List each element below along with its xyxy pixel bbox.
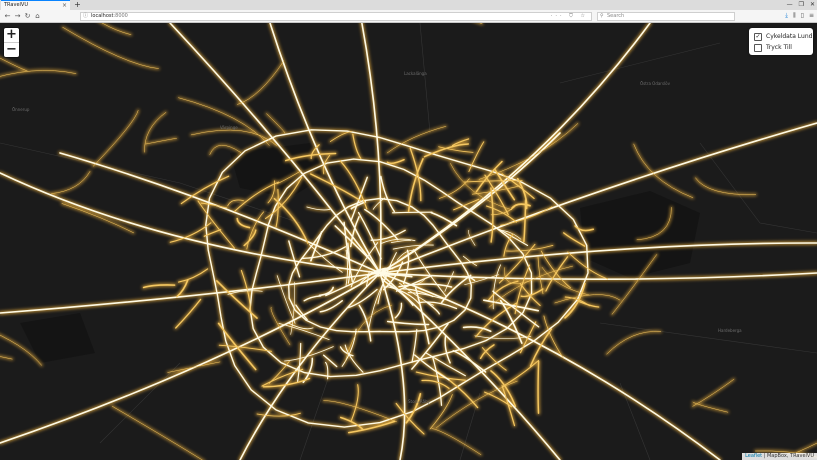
attribution-text: | MapBox, TRavelVU bbox=[762, 453, 814, 459]
route bbox=[392, 211, 433, 214]
search-icon: ⚲ bbox=[600, 13, 604, 19]
new-tab-button[interactable]: + bbox=[73, 0, 82, 10]
search-input[interactable]: ⚲ Search bbox=[597, 12, 735, 21]
place-label: Östra Odarslöv bbox=[640, 81, 670, 86]
toolbar-icons: ⤓ ⫼ ▯ ≡ bbox=[785, 11, 814, 21]
place-label: Hardeberga bbox=[718, 328, 742, 333]
zoom-in-button[interactable]: + bbox=[4, 28, 19, 42]
layer-control: ✓ Cykeldata Lund Tryck Till bbox=[749, 28, 813, 55]
url-actions-icon[interactable]: ··· ⛉ ☆ bbox=[551, 13, 588, 20]
back-icon[interactable]: ← bbox=[3, 11, 12, 21]
checkbox-unchecked-icon[interactable] bbox=[754, 43, 762, 52]
download-icon[interactable]: ⤓ bbox=[785, 11, 788, 21]
search-placeholder: Search bbox=[607, 13, 625, 19]
place-label: Lackalänga bbox=[404, 71, 427, 76]
library-icon[interactable]: ⫼ bbox=[793, 11, 796, 21]
checkbox-checked-icon[interactable]: ✓ bbox=[754, 32, 762, 41]
place-label: Stora Råby bbox=[408, 399, 430, 404]
window-controls: — ❐ ✕ bbox=[787, 0, 815, 10]
home-icon[interactable]: ⌂ bbox=[33, 11, 42, 21]
url-host: localhost bbox=[91, 13, 114, 19]
attribution: Leaflet | MapBox, TRavelVU bbox=[742, 453, 817, 460]
route bbox=[537, 360, 540, 414]
zoom-out-button[interactable]: − bbox=[4, 42, 19, 57]
layer-label: Cykeldata Lund bbox=[766, 33, 813, 40]
place-label: Önnerup bbox=[12, 107, 30, 112]
leaflet-link[interactable]: Leaflet bbox=[745, 453, 762, 459]
sidebar-icon[interactable]: ▯ bbox=[801, 11, 804, 21]
minimize-icon[interactable]: — bbox=[787, 0, 793, 10]
browser-tab[interactable]: TRavelVU × bbox=[1, 0, 70, 10]
reload-icon[interactable]: ↻ bbox=[23, 11, 32, 21]
close-tab-icon[interactable]: × bbox=[62, 1, 67, 10]
layer-label: Tryck Till bbox=[766, 44, 792, 51]
zoom-control: + − bbox=[4, 28, 19, 57]
tab-title: TRavelVU bbox=[4, 2, 28, 8]
menu-icon[interactable]: ≡ bbox=[809, 11, 814, 21]
close-window-icon[interactable]: ✕ bbox=[810, 0, 815, 10]
url-bar[interactable]: ⓘ localhost:8000 ··· ⛉ ☆ bbox=[80, 12, 592, 21]
forward-icon[interactable]: → bbox=[13, 11, 22, 21]
layer-tryck-till[interactable]: Tryck Till bbox=[754, 43, 792, 52]
map-view[interactable]: Lackalänga Östra Odarslöv Hardeberga Sto… bbox=[0, 23, 817, 460]
url-port: :8000 bbox=[113, 13, 128, 19]
navigation-bar: ← → ↻ ⌂ ⓘ localhost:8000 ··· ⛉ ☆ ⚲ Searc… bbox=[0, 10, 817, 23]
tab-bar: TRavelVU × + — ❐ ✕ bbox=[0, 0, 817, 10]
layer-cykeldata[interactable]: ✓ Cykeldata Lund bbox=[754, 32, 812, 41]
site-info-icon[interactable]: ⓘ bbox=[83, 13, 88, 20]
place-label: Värpinge bbox=[220, 125, 238, 130]
maximize-icon[interactable]: ❐ bbox=[799, 0, 804, 10]
map-canvas[interactable] bbox=[0, 23, 817, 460]
